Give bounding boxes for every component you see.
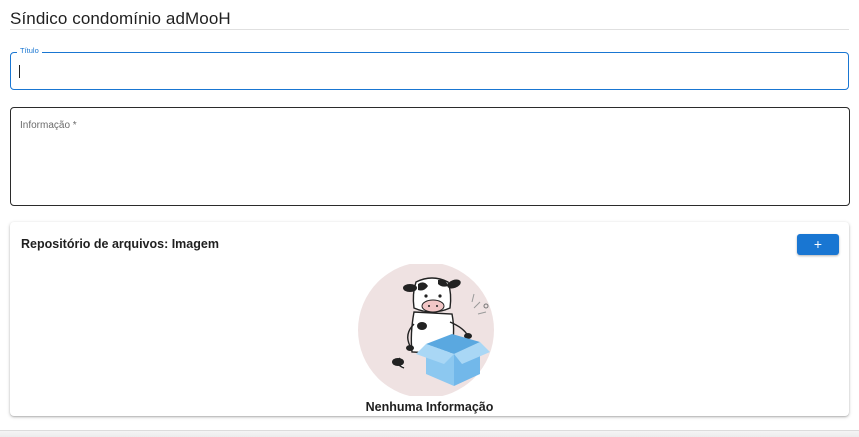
repository-title: Repositório de arquivos: Imagem [21,237,219,251]
text-cursor [19,65,20,78]
page-title: Síndico condomínio adMooH [10,9,231,28]
informacao-field[interactable]: Informação * [10,107,850,206]
empty-state-message: Nenhuma Informação [365,400,494,414]
title-divider [10,29,849,30]
cow-with-open-box-icon [358,264,494,396]
file-repository-card: Repositório de arquivos: Imagem + Nenhum… [10,222,849,416]
add-file-button[interactable]: + [797,234,839,255]
titulo-field[interactable]: Título [10,46,849,90]
informacao-label: Informação * [20,120,77,131]
titulo-label: Título [17,46,42,55]
